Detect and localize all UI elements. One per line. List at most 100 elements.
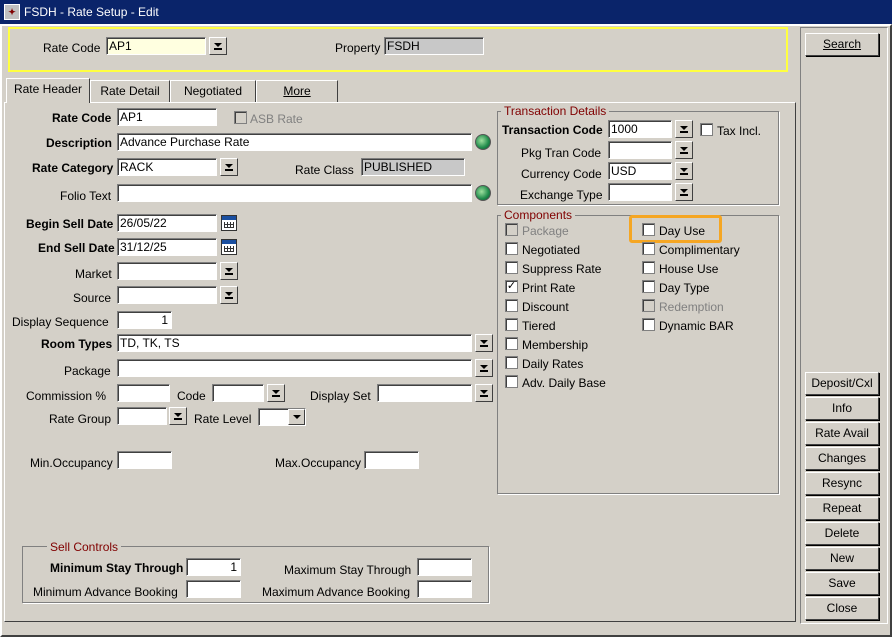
globe-icon[interactable]	[475, 185, 491, 201]
save-button[interactable]: Save	[805, 572, 879, 595]
asb-rate-checkbox[interactable]	[234, 111, 247, 124]
header-rate-code-dropdown[interactable]	[209, 37, 227, 55]
market-label: Market	[75, 267, 112, 281]
chevron-down-icon	[225, 267, 233, 275]
rate-category-input[interactable]: RACK	[117, 158, 217, 176]
max-stay-through-input[interactable]	[417, 558, 472, 576]
display-sequence-label: Display Sequence	[12, 315, 109, 329]
header-property-label: Property	[335, 41, 381, 55]
pkg-tran-code-input[interactable]	[608, 141, 672, 159]
transaction-code-input[interactable]: 1000	[608, 120, 672, 138]
delete-button[interactable]: Delete	[805, 522, 879, 545]
min-stay-through-input[interactable]: 1	[186, 558, 241, 576]
chevron-down-icon	[225, 291, 233, 299]
market-dropdown[interactable]	[220, 262, 238, 280]
tab-label: More	[283, 84, 311, 98]
currency-code-dropdown[interactable]	[675, 162, 693, 180]
component-checkbox[interactable]	[642, 299, 655, 312]
code-input[interactable]	[212, 384, 264, 402]
package-input[interactable]	[117, 359, 472, 377]
component-checkbox[interactable]	[642, 280, 655, 293]
component-checkbox[interactable]	[642, 242, 655, 255]
begin-sell-date-input[interactable]: 26/05/22	[117, 214, 217, 232]
component-checkbox[interactable]	[642, 261, 655, 274]
tax-incl-checkbox[interactable]	[700, 123, 713, 136]
component-checkbox[interactable]	[505, 337, 518, 350]
package-dropdown[interactable]	[475, 359, 493, 377]
rate-code-input[interactable]: AP1	[117, 108, 217, 126]
header-rate-code-input[interactable]: AP1	[106, 37, 206, 55]
tab-label: Rate Header	[13, 82, 83, 96]
max-adv-booking-input[interactable]	[417, 580, 472, 598]
tab-rate-detail[interactable]: Rate Detail	[90, 80, 170, 102]
component-checkbox[interactable]	[642, 318, 655, 331]
component-label: Discount	[522, 300, 569, 314]
rate-avail-button[interactable]: Rate Avail	[805, 422, 879, 445]
source-label: Source	[73, 291, 112, 305]
component-checkbox[interactable]	[505, 242, 518, 255]
component-checkbox[interactable]	[505, 318, 518, 331]
commission-input[interactable]	[117, 384, 170, 402]
package-label: Package	[64, 364, 111, 378]
component-checkbox[interactable]	[505, 299, 518, 312]
window-title: FSDH - Rate Setup - Edit	[24, 5, 159, 19]
tab-label: Negotiated	[183, 84, 243, 98]
calendar-icon[interactable]	[221, 239, 237, 255]
info-button[interactable]: Info	[805, 397, 879, 420]
room-types-dropdown[interactable]	[475, 334, 493, 352]
repeat-button[interactable]: Repeat	[805, 497, 879, 520]
chevron-down-icon	[680, 188, 688, 196]
new-button[interactable]: New	[805, 547, 879, 570]
room-types-input[interactable]: TD, TK, TS	[117, 334, 472, 352]
globe-icon[interactable]	[475, 134, 491, 150]
end-sell-date-input[interactable]: 31/12/25	[117, 238, 217, 256]
exchange-type-dropdown[interactable]	[675, 183, 693, 201]
search-button[interactable]: Search	[805, 33, 879, 56]
rate-level-dropdown[interactable]	[288, 409, 305, 425]
close-button[interactable]: Close	[805, 597, 879, 620]
display-set-label: Display Set	[310, 389, 371, 403]
rate-level-label: Rate Level	[194, 412, 252, 426]
min-adv-booking-input[interactable]	[186, 580, 241, 598]
component-checkbox[interactable]: ✓	[505, 280, 518, 293]
tab-negotiated[interactable]: Negotiated	[170, 80, 256, 102]
tab-rate-header[interactable]: Rate Header	[6, 78, 90, 103]
rate-group-dropdown[interactable]	[169, 407, 187, 425]
max-occupancy-input[interactable]	[364, 451, 419, 469]
rate-category-dropdown[interactable]	[220, 158, 238, 176]
market-input[interactable]	[117, 262, 217, 280]
component-checkbox[interactable]	[505, 356, 518, 369]
tab-label: Rate Detail	[100, 84, 160, 98]
tab-more[interactable]: More	[256, 80, 338, 102]
display-set-input[interactable]	[377, 384, 472, 402]
display-set-dropdown[interactable]	[475, 384, 493, 402]
description-input[interactable]: Advance Purchase Rate	[117, 133, 472, 151]
source-dropdown[interactable]	[220, 286, 238, 304]
component-checkbox[interactable]	[505, 261, 518, 274]
resync-button[interactable]: Resync	[805, 472, 879, 495]
transaction-details-title: Transaction Details	[501, 104, 610, 118]
min-occupancy-input[interactable]	[117, 451, 172, 469]
component-checkbox[interactable]	[505, 223, 518, 236]
begin-sell-date-label: Begin Sell Date	[26, 217, 114, 231]
deposit-cxl-button[interactable]: Deposit/Cxl	[805, 372, 879, 395]
pkg-tran-code-dropdown[interactable]	[675, 141, 693, 159]
display-sequence-input[interactable]: 1	[117, 311, 172, 329]
folio-text-input[interactable]	[117, 184, 472, 202]
button-label: Repeat	[822, 501, 862, 515]
button-label: Deposit/Cxl	[811, 376, 873, 390]
currency-code-input[interactable]: USD	[608, 162, 672, 180]
transaction-code-dropdown[interactable]	[675, 120, 693, 138]
changes-button[interactable]: Changes	[805, 447, 879, 470]
max-adv-booking-label: Maximum Advance Booking	[262, 585, 411, 599]
calendar-icon[interactable]	[221, 215, 237, 231]
min-stay-through-label: Minimum Stay Through	[50, 561, 184, 575]
exchange-type-input[interactable]	[608, 183, 672, 201]
rate-group-input[interactable]	[117, 407, 167, 425]
code-dropdown[interactable]	[267, 384, 285, 402]
end-sell-date-label: End Sell Date	[38, 241, 115, 255]
source-input[interactable]	[117, 286, 217, 304]
component-checkbox[interactable]	[642, 223, 655, 236]
chevron-down-icon	[292, 415, 301, 419]
component-checkbox[interactable]	[505, 375, 518, 388]
